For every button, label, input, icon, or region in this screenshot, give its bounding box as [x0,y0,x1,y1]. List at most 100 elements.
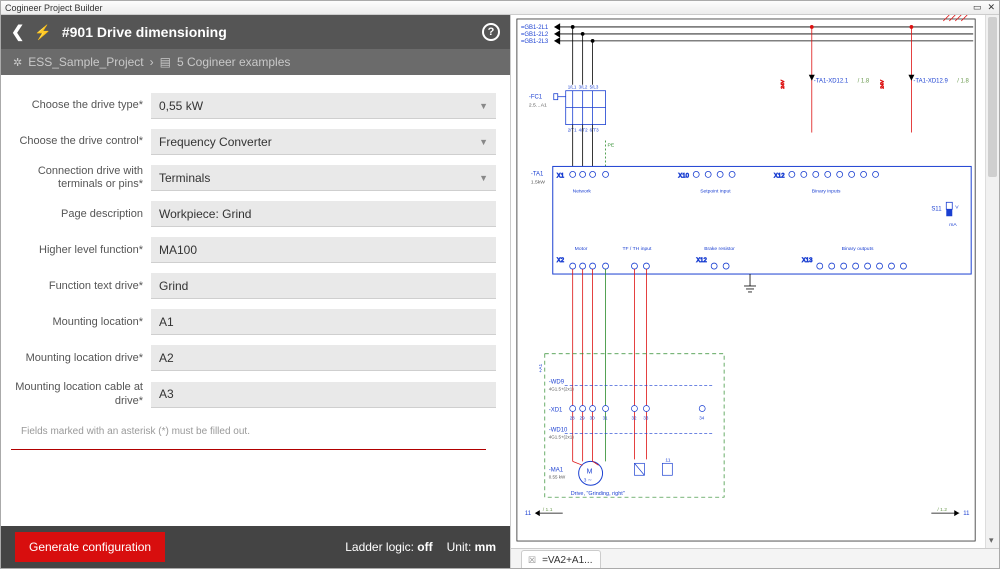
svg-text:28: 28 [570,415,575,420]
dropdown-field[interactable]: Terminals▼ [151,165,496,191]
svg-text:-WD10: -WD10 [549,427,568,433]
form-row: Mounting location* A1 [1,309,496,335]
svg-text:-TA1-XD12.9: -TA1-XD12.9 [913,79,948,85]
field-label: Mounting location* [1,316,151,329]
chevron-down-icon: ▼ [479,173,488,183]
text-field[interactable]: Grind [151,273,496,299]
svg-text:24V: 24V [780,79,786,89]
form-row: Higher level function*MA100 [1,237,496,263]
svg-text:X2: X2 [557,258,565,264]
breadcrumb-project[interactable]: ESS_Sample_Project [28,55,143,69]
tab-close-icon[interactable]: ☒ [528,555,536,566]
mdi-button[interactable]: ▭ [973,2,982,13]
svg-text:mA: mA [949,222,957,228]
svg-text:4G1.5+(2x1): 4G1.5+(2x1) [549,434,574,439]
window-titlebar: Cogineer Project Builder ▭ ✕ [1,1,999,15]
dropdown-field[interactable]: Frequency Converter▼ [151,129,496,155]
svg-text:5/L3: 5/L3 [590,85,599,90]
field-label: Choose the drive control* [1,135,151,148]
field-value: A1 [159,315,174,329]
help-button[interactable]: ? [482,23,500,41]
chevron-down-icon: ▼ [479,101,488,111]
schematic-drawing: =GB1-2L1 =GB1-2L2 =GB1-2L3 [511,15,999,548]
svg-text:1.5kW: 1.5kW [531,179,545,185]
svg-text:4/T2: 4/T2 [579,128,588,133]
text-field[interactable]: A2 [151,345,496,371]
required-hint: Fields marked with an asterisk (*) must … [1,418,496,445]
text-field[interactable]: A3 [151,382,496,408]
svg-text:1/L1: 1/L1 [568,85,577,90]
form-row: Function text drive*Grind [1,273,496,299]
text-field[interactable]: Workpiece: Grind [151,201,496,227]
svg-text:/ 1.8: / 1.8 [957,79,969,85]
page-title: #901 Drive dimensioning [62,24,227,40]
svg-text:2.5…A1: 2.5…A1 [529,103,547,109]
field-value: 0,55 kW [159,99,203,113]
generate-button[interactable]: Generate configuration [15,532,165,562]
panel-header: ❮ ⚡ #901 Drive dimensioning ? [1,15,510,49]
svg-text:+A1: +A1 [538,363,544,372]
scroll-down-icon[interactable]: ▾ [989,535,994,546]
svg-text:=GB1-2L2: =GB1-2L2 [521,32,549,38]
bolt-icon: ⚡ [34,24,51,41]
text-field[interactable]: A1 [151,309,496,335]
svg-text:=GB1-2L3: =GB1-2L3 [521,39,549,45]
vertical-scrollbar[interactable]: ▾ [985,15,999,548]
svg-text:Binary outputs: Binary outputs [842,246,874,252]
svg-text:-TA1: -TA1 [531,171,544,177]
svg-text:Brake resistor: Brake resistor [704,246,735,252]
svg-text:V: V [955,204,959,210]
svg-text:34: 34 [699,415,704,420]
chevron-down-icon: ▼ [479,137,488,147]
svg-text:M: M [587,468,593,475]
window-title: Cogineer Project Builder [5,3,103,13]
ladder-logic-status: Ladder logic: off [345,540,432,554]
back-button[interactable]: ❮ [11,22,24,42]
svg-text:X12: X12 [774,173,785,179]
svg-text:X13: X13 [802,258,813,264]
field-label: Page description [1,208,151,221]
field-label: Mounting location cable at drive* [1,381,151,407]
svg-text:4G1.5+(2x1): 4G1.5+(2x1) [549,387,574,392]
breadcrumb-sep: › [150,55,154,69]
form-row: Choose the drive control*Frequency Conve… [1,129,496,155]
scrollbar-thumb[interactable] [988,17,997,177]
field-value: A2 [159,351,174,365]
svg-text:X12: X12 [696,258,707,264]
form-row: Mounting location drive* A2 [1,345,496,371]
svg-text:6/T3: 6/T3 [590,128,599,133]
svg-text:Network: Network [573,188,592,194]
breadcrumb: ✲ ESS_Sample_Project › ▤ 5 Cogineer exam… [1,49,510,75]
svg-text:3/L2: 3/L2 [579,85,588,90]
svg-text:S11: S11 [931,206,942,212]
svg-text:-MA1: -MA1 [549,467,564,473]
breadcrumb-page[interactable]: 5 Cogineer examples [177,55,290,69]
svg-text:PE: PE [608,143,615,149]
window-close[interactable]: ✕ [987,2,995,13]
field-label: Choose the drive type* [1,99,151,112]
form-row: Connection drive with terminals or pins*… [1,165,496,191]
field-label: Mounting location drive* [1,352,151,365]
page-icon: ▤ [160,55,171,69]
svg-text:11: 11 [665,457,670,463]
svg-text:Setpoint input: Setpoint input [700,188,731,194]
svg-text:0.55 kW: 0.55 kW [549,474,566,479]
svg-text:29: 29 [580,415,585,420]
svg-text:/ 1.1: / 1.1 [543,507,553,513]
svg-text:3 ∼: 3 ∼ [584,477,592,483]
svg-text:Binary inputs: Binary inputs [812,188,841,194]
svg-text:32: 32 [631,415,636,420]
unit-status: Unit: mm [447,540,496,554]
svg-text:-TA1-XD12.1: -TA1-XD12.1 [814,79,849,85]
svg-text:Drive, "Grinding, right": Drive, "Grinding, right" [571,491,625,497]
document-tab[interactable]: ☒ =VA2+A1... [521,550,601,568]
field-label: Higher level function* [1,244,151,257]
schematic-canvas[interactable]: =GB1-2L1 =GB1-2L2 =GB1-2L3 [511,15,999,548]
preview-panel: =GB1-2L1 =GB1-2L2 =GB1-2L3 [511,15,999,568]
form-row: Page description Workpiece: Grind [1,201,496,227]
dropdown-field[interactable]: 0,55 kW ▼ [151,93,496,119]
svg-text:/ 1.8: / 1.8 [858,79,870,85]
text-field[interactable]: MA100 [151,237,496,263]
field-value: Workpiece: Grind [159,207,251,221]
svg-text:11: 11 [963,511,970,517]
